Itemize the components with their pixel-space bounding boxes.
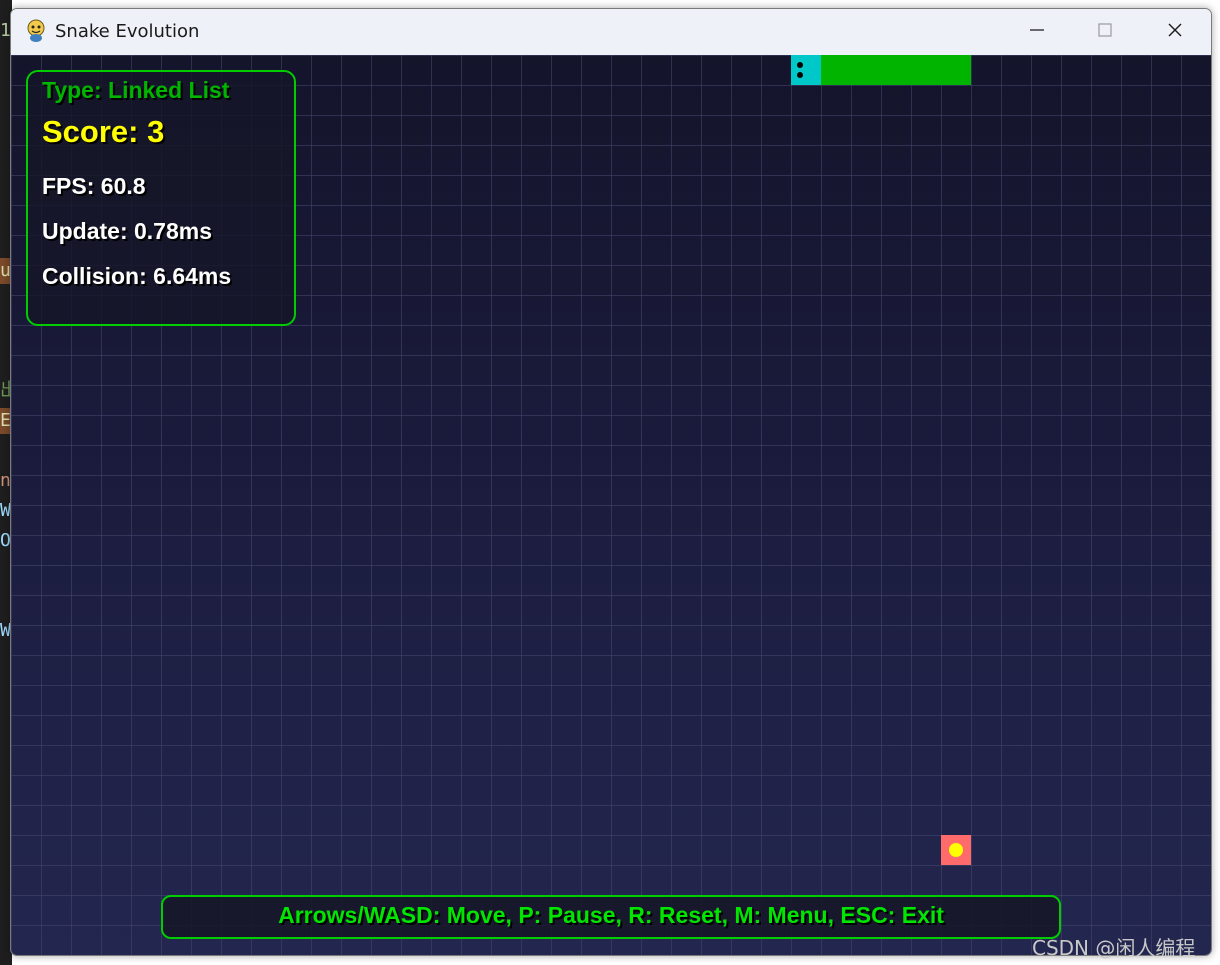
food-center <box>949 843 963 857</box>
title-bar[interactable]: Snake Evolution <box>11 9 1211 55</box>
maximize-button[interactable] <box>1071 9 1139 55</box>
score-display: Score: 3 <box>42 114 165 149</box>
close-button[interactable] <box>1141 9 1209 55</box>
snake-body-segment <box>851 55 881 85</box>
snake-type-label: Type: Linked List <box>42 77 230 103</box>
update-time-display: Update: 0.78ms <box>42 218 213 244</box>
snake-body-segment <box>821 55 851 85</box>
snake-body-segment <box>941 55 971 85</box>
snake-eye <box>797 72 803 78</box>
watermark: CSDN @闲人编程 <box>1032 936 1196 960</box>
food-item <box>941 835 971 865</box>
game-canvas[interactable]: Type: Linked List Score: 3 FPS: 60.8 Upd… <box>11 55 1211 955</box>
snake-head <box>791 55 821 85</box>
app-window: Snake Evolution Type: Linked List Score:… <box>10 8 1212 956</box>
pygame-snake-icon <box>25 19 47 43</box>
close-icon <box>1167 22 1183 43</box>
maximize-icon <box>1097 22 1113 43</box>
controls-help-text: Arrows/WASD: Move, P: Pause, R: Reset, M… <box>278 901 944 928</box>
collision-time-display: Collision: 6.64ms <box>42 263 232 289</box>
minimize-icon <box>1029 22 1045 43</box>
fps-display: FPS: 60.8 <box>42 173 146 199</box>
snake-eye <box>797 62 803 68</box>
controls-help-bar: Arrows/WASD: Move, P: Pause, R: Reset, M… <box>161 895 1061 939</box>
minimize-button[interactable] <box>1003 9 1071 55</box>
snake-body-segment <box>881 55 911 85</box>
window-title: Snake Evolution <box>55 21 200 42</box>
snake-body-segment <box>911 55 941 85</box>
hud-panel: Type: Linked List Score: 3 FPS: 60.8 Upd… <box>26 70 296 326</box>
